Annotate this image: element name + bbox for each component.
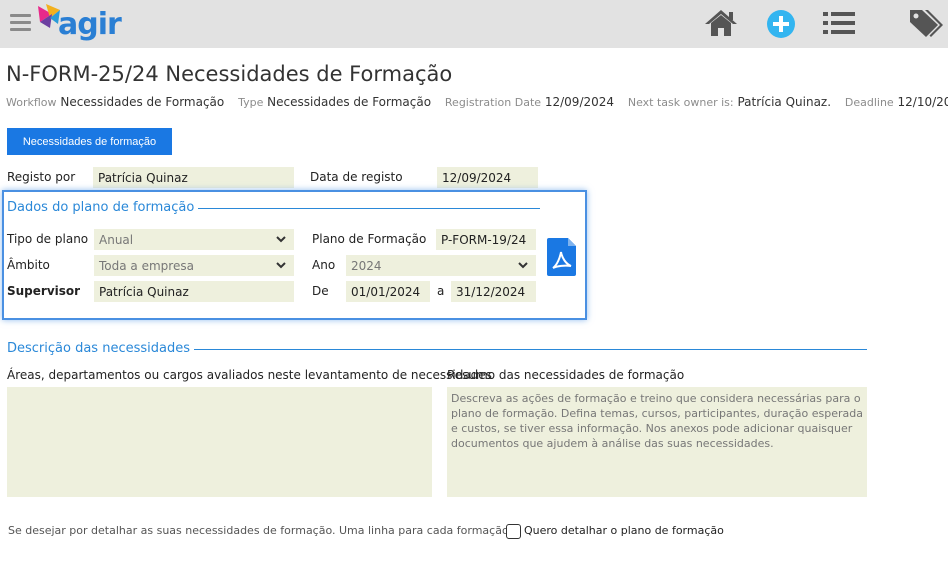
a-date-field[interactable]: 31/12/2024 xyxy=(451,281,536,302)
detail-plan-checkbox-label[interactable]: Quero detalhar o plano de formação xyxy=(524,524,724,537)
ano-label: Ano xyxy=(312,258,336,272)
registo-por-field: Patrícia Quinaz xyxy=(93,167,294,188)
owner-label: Next task owner is: xyxy=(627,96,734,109)
ano-select[interactable]: 2024 xyxy=(346,255,536,276)
tipo-plano-select[interactable]: Anual xyxy=(94,229,294,250)
detail-hint: Se desejar por detalhar as suas necessid… xyxy=(8,524,512,537)
a-label: a xyxy=(437,284,445,298)
detail-plan-checkbox[interactable] xyxy=(506,524,521,539)
pdf-icon[interactable] xyxy=(547,238,576,276)
supervisor-label: Supervisor xyxy=(7,284,81,298)
registo-por-label: Registo por xyxy=(7,170,76,184)
chevron-down-icon xyxy=(518,262,528,269)
plano-formacao-label: Plano de Formação xyxy=(312,232,427,246)
deadline-label: Deadline xyxy=(844,96,894,109)
tipo-plano-label: Tipo de plano xyxy=(7,232,89,246)
resumo-textarea[interactable]: Descreva as ações de formação e treino q… xyxy=(447,387,867,497)
ambito-label: Âmbito xyxy=(7,258,50,272)
plan-section-title: Dados do plano de formação xyxy=(7,200,199,215)
add-icon[interactable] xyxy=(766,9,796,39)
areas-label: Áreas, departamentos ou cargos avaliados… xyxy=(7,368,492,382)
de-label: De xyxy=(312,284,329,298)
page-title: N-FORM-25/24 Necessidades de Formação xyxy=(6,62,453,86)
ambito-select[interactable]: Toda a empresa xyxy=(94,255,294,276)
list-icon[interactable] xyxy=(823,11,855,35)
tab-necessidades-formacao[interactable]: Necessidades de formação xyxy=(7,128,172,155)
deadline-value: 12/10/2024 xyxy=(897,95,948,109)
top-bar: agir xyxy=(0,0,948,48)
home-icon[interactable] xyxy=(704,9,738,37)
tipo-plano-value: Anual xyxy=(99,232,134,247)
chevron-down-icon xyxy=(276,236,286,243)
chevron-down-icon xyxy=(276,262,286,269)
type-value: Necessidades de Formação xyxy=(267,95,432,109)
needs-section-title: Descrição das necessidades xyxy=(7,341,194,356)
supervisor-field: Patrícia Quinaz xyxy=(94,281,294,302)
data-registo-field: 12/09/2024 xyxy=(437,167,538,188)
regdate-value: 12/09/2024 xyxy=(544,95,615,109)
ambito-value: Toda a empresa xyxy=(99,258,194,273)
logo-text: agir xyxy=(58,7,122,42)
type-label: Type xyxy=(238,96,264,109)
areas-textarea[interactable] xyxy=(7,387,432,497)
ano-value: 2024 xyxy=(351,258,382,273)
workflow-value: Necessidades de Formação xyxy=(60,95,225,109)
tags-icon[interactable] xyxy=(908,8,944,38)
de-date-field[interactable]: 01/01/2024 xyxy=(346,281,430,302)
data-registo-label: Data de registo xyxy=(310,170,403,184)
menu-icon[interactable] xyxy=(10,14,31,32)
workflow-label: Workflow xyxy=(6,96,57,109)
task-meta: Workflow Necessidades de Formação Type N… xyxy=(6,95,948,109)
owner-value: Patrícia Quinaz. xyxy=(737,95,832,109)
resumo-label: Resumo das necessidades de formação xyxy=(447,368,685,382)
plano-formacao-field[interactable]: P-FORM-19/24 xyxy=(436,229,536,250)
regdate-label: Registration Date xyxy=(444,96,542,109)
